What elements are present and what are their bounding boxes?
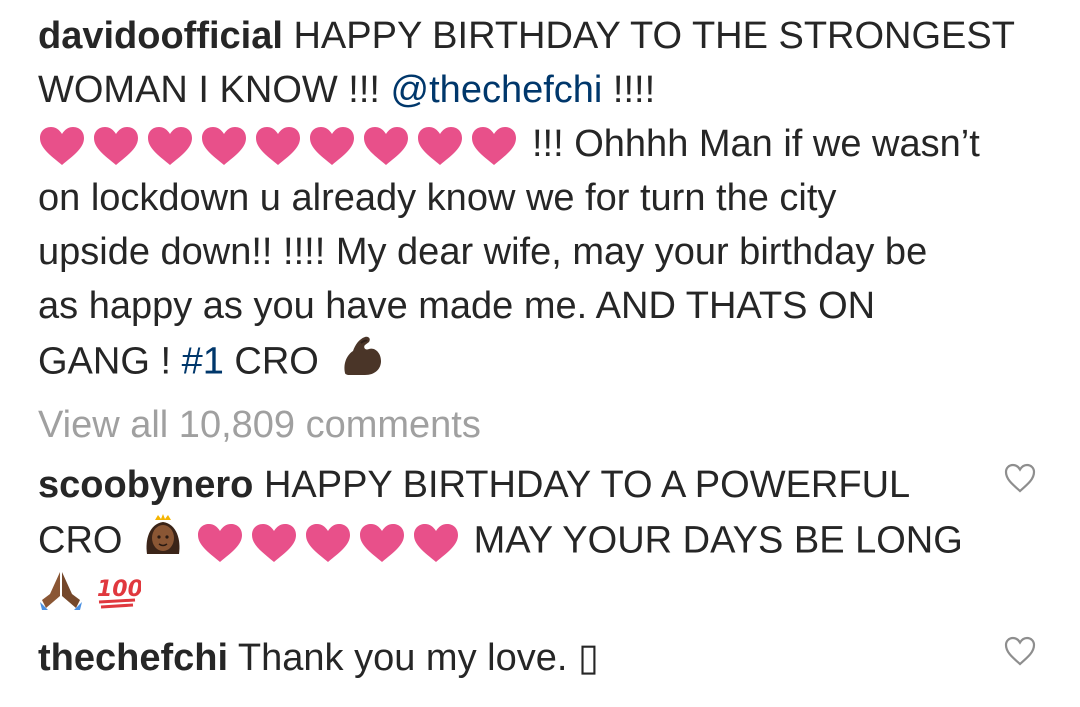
caption-username[interactable]: davidoofficial — [38, 15, 283, 57]
caption-text-2b: !!!! — [602, 69, 656, 111]
heart-emoji-icon — [38, 125, 86, 167]
caption-line-5: upside down!! !!!! My dear wife, may you… — [38, 225, 927, 279]
comment-1-line-3: 100 — [38, 566, 143, 620]
heart-emoji-icon — [250, 522, 298, 564]
caption-line-6: as happy as you have made me. AND THATS … — [38, 279, 875, 333]
comment-text: MAY YOUR DAYS BE LONG — [473, 519, 963, 562]
heart-emoji-group — [196, 522, 460, 564]
heart-emoji-icon — [200, 125, 248, 167]
heart-emoji-icon — [304, 522, 352, 564]
princess-icon — [141, 512, 185, 573]
heart-emoji-group — [38, 125, 518, 167]
comment-1-line-2: CRO MAY YOUR DAYS BE LONG — [38, 512, 963, 566]
view-all-comments-link[interactable]: View all 10,809 comments — [38, 398, 481, 452]
heart-emoji-icon — [196, 522, 244, 564]
caption-text-7b: CRO — [223, 340, 319, 383]
heart-emoji-icon — [308, 125, 356, 167]
flexed-biceps-icon — [339, 333, 385, 394]
caption-text-2: WOMAN I KNOW !!! — [38, 69, 391, 111]
svg-text:100: 100 — [97, 577, 141, 602]
heart-emoji-icon — [416, 125, 464, 167]
like-heart-icon[interactable] — [1004, 460, 1036, 493]
caption-line-2: WOMAN I KNOW !!! @thechefchi !!!! — [38, 63, 655, 117]
mention-link[interactable]: @thechefchi — [391, 69, 603, 111]
caption-text-7a: GANG ! — [38, 340, 182, 383]
heart-emoji-icon — [358, 522, 406, 564]
heart-emoji-icon — [92, 125, 140, 167]
caption-text-3: !!! Ohhhh Man if we wasn’t — [532, 123, 980, 165]
comment-username[interactable]: scoobynero — [38, 464, 253, 506]
hundred-points-icon: 100 — [95, 566, 143, 627]
comment-text: CRO — [38, 519, 123, 562]
heart-emoji-icon — [362, 125, 410, 167]
caption-text-6: as happy as you have made me. AND THATS … — [38, 285, 876, 327]
caption-line-7: GANG ! #1 CRO — [38, 333, 385, 387]
caption-line-4: on lockdown u already know we for turn t… — [38, 171, 836, 225]
comment-text: Thank you my love. ▯ — [237, 637, 599, 679]
heart-emoji-icon — [412, 522, 460, 564]
comment-1-line-1: scoobynero HAPPY BIRTHDAY TO A POWERFUL — [38, 458, 910, 512]
caption-text-5: upside down!! !!!! My dear wife, may you… — [38, 231, 928, 273]
heart-emoji-icon — [254, 125, 302, 167]
folded-hands-icon — [38, 566, 84, 627]
heart-emoji-icon — [470, 125, 518, 167]
heart-emoji-icon — [146, 125, 194, 167]
caption-line-1: davidoofficial HAPPY BIRTHDAY TO THE STR… — [38, 9, 1015, 63]
caption-text-1: HAPPY BIRTHDAY TO THE STRONGEST — [293, 15, 1015, 57]
caption-line-3: !!! Ohhhh Man if we wasn’t — [38, 117, 980, 171]
comment-text: HAPPY BIRTHDAY TO A POWERFUL — [263, 464, 911, 506]
comment-2-line-1: thechefchi Thank you my love. ▯ — [38, 631, 599, 685]
like-heart-icon[interactable] — [1004, 633, 1036, 666]
hashtag-link[interactable]: #1 — [182, 341, 224, 383]
comment-username[interactable]: thechefchi — [38, 637, 228, 679]
caption-text-4: on lockdown u already know we for turn t… — [38, 177, 837, 219]
